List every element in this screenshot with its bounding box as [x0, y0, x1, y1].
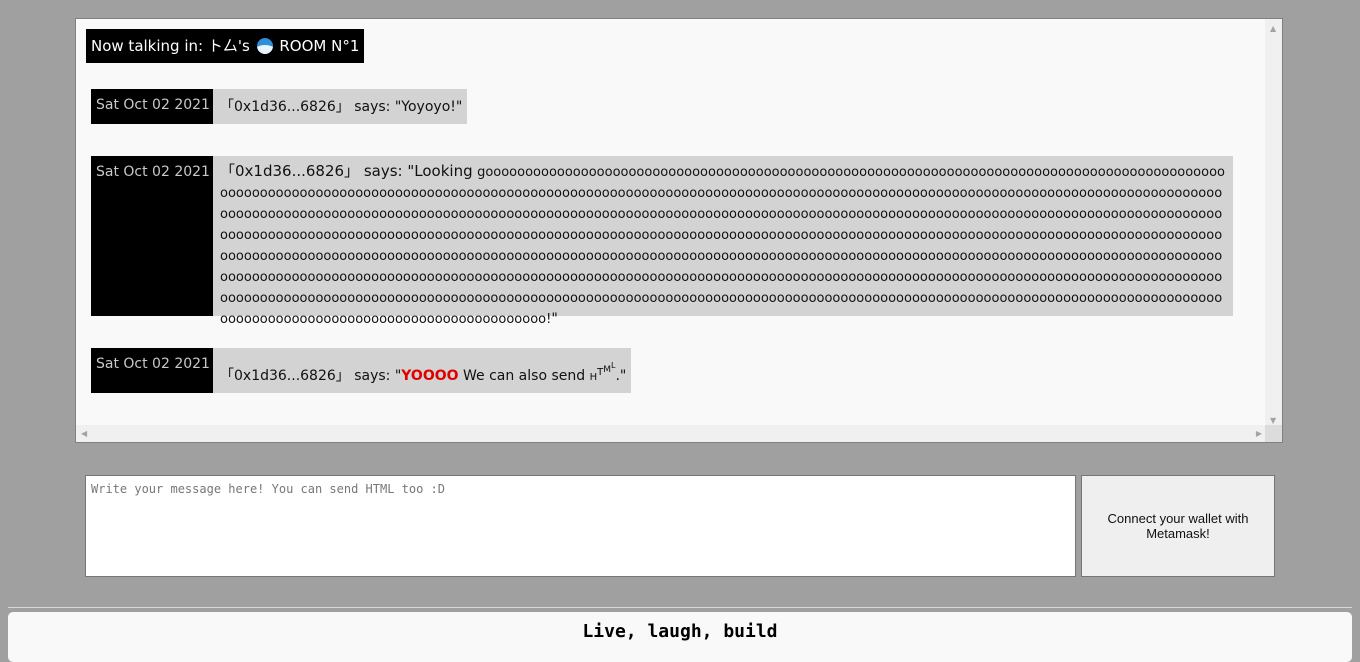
vertical-scrollbar[interactable]: ▲ ▼: [1265, 19, 1282, 427]
message-text: Yoyoyo!: [401, 99, 456, 115]
message-input[interactable]: [85, 475, 1076, 577]
html-stairs-text: HTML: [589, 361, 616, 383]
html-letter-m: M: [603, 365, 611, 375]
message-body: 「0x1d36...6826」 says: "Yoyoyo!": [213, 89, 468, 124]
scroll-up-icon[interactable]: ▲: [1270, 25, 1276, 33]
room-header-label: Now talking in:: [91, 37, 204, 55]
footer-divider: [8, 607, 1352, 608]
message-says: says: ": [359, 162, 415, 180]
message-date: Sat Oct 02 2021: [91, 156, 213, 316]
room-owner: ト厶's: [207, 37, 250, 55]
message-date: Sat Oct 02 2021: [91, 89, 213, 124]
message-bold-text: YOOOO: [401, 368, 459, 384]
chat-message: Sat Oct 02 2021 「0x1d36...6826」 says: "Y…: [91, 348, 632, 393]
scroll-right-icon[interactable]: ▶: [1256, 430, 1262, 438]
message-end: ": [551, 311, 558, 327]
message-sender: 「0x1d36...6826」: [220, 162, 360, 180]
wave-icon: [256, 38, 273, 54]
chat-message: Sat Oct 02 2021 「0x1d36...6826」 says: "L…: [91, 156, 1233, 327]
footer: Live, laugh, build: [8, 612, 1352, 662]
message-says: says: ": [349, 368, 402, 384]
message-text-long: gooooooooooooooooooooooooooooooooooooooo…: [220, 165, 1226, 327]
message-date: Sat Oct 02 2021: [91, 348, 213, 393]
message-text: We can also send: [458, 368, 590, 384]
scroll-down-icon[interactable]: ▼: [1270, 417, 1276, 425]
message-end: .": [615, 368, 627, 384]
scrollbar-corner: [1265, 425, 1282, 442]
room-name: ROOM N°1: [279, 37, 360, 55]
room-header: Now talking in: ト厶's ROOM N°1: [86, 29, 365, 63]
horizontal-scrollbar[interactable]: ◀ ▶: [76, 425, 1266, 442]
message-text: Looking: [414, 162, 473, 180]
message-body: 「0x1d36...6826」 says: "YOOOO We can also…: [213, 348, 632, 393]
chat-panel[interactable]: Now talking in: ト厶's ROOM N°1 Sat Oct 02…: [75, 18, 1283, 443]
message-sender: 「0x1d36...6826」: [220, 368, 350, 384]
message-end: ": [455, 99, 463, 115]
connect-wallet-button[interactable]: Connect your wallet with Metamask!: [1081, 475, 1275, 577]
html-letter-l: L: [610, 361, 616, 370]
html-letter-h: H: [589, 372, 598, 383]
chat-message: Sat Oct 02 2021 「0x1d36...6826」 says: "Y…: [91, 89, 468, 124]
message-body: 「0x1d36...6826」 says: "Looking goooooooo…: [213, 156, 1233, 327]
scroll-left-icon[interactable]: ◀: [81, 430, 87, 438]
message-says: says: ": [349, 99, 402, 115]
footer-text: Live, laugh, build: [582, 621, 778, 642]
message-sender: 「0x1d36...6826」: [220, 99, 350, 115]
